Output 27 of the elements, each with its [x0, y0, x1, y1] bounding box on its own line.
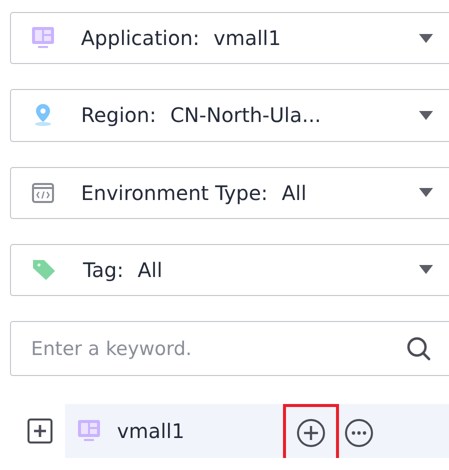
- caret-icon: [419, 188, 433, 198]
- search-icon: [406, 336, 432, 362]
- tree-node[interactable]: vmall1: [65, 404, 449, 458]
- filter-dropdown[interactable]: Region: CN-North-Ula...: [10, 89, 449, 142]
- filter-value: All: [138, 258, 162, 282]
- node-label: vmall1: [117, 419, 186, 443]
- filter-dropdown[interactable]: Tag: All: [10, 244, 449, 296]
- tag-icon: [31, 258, 57, 282]
- filter-label: Application:: [81, 26, 200, 50]
- search-field[interactable]: Enter a keyword.: [10, 321, 449, 376]
- caret-icon: [419, 110, 433, 120]
- filter-dropdown[interactable]: Application: vmall1: [10, 12, 449, 64]
- filter-value: CN-North-Ula...: [170, 103, 322, 128]
- filter-dropdown[interactable]: Environment Type: All: [10, 166, 449, 219]
- application-icon: [77, 419, 101, 443]
- code-window-icon: [31, 180, 55, 205]
- filter-label: Tag:: [83, 258, 124, 282]
- filter-value: vmall1: [214, 26, 281, 50]
- expand-icon[interactable]: [27, 418, 53, 444]
- filter-label: Environment Type:: [81, 180, 268, 205]
- more-icon[interactable]: [344, 418, 374, 448]
- filter-label: Region:: [81, 103, 156, 128]
- application-icon: [31, 26, 55, 50]
- add-icon[interactable]: [296, 418, 326, 448]
- caret-icon: [419, 265, 433, 274]
- caret-icon: [419, 34, 433, 43]
- filter-value: All: [282, 180, 307, 205]
